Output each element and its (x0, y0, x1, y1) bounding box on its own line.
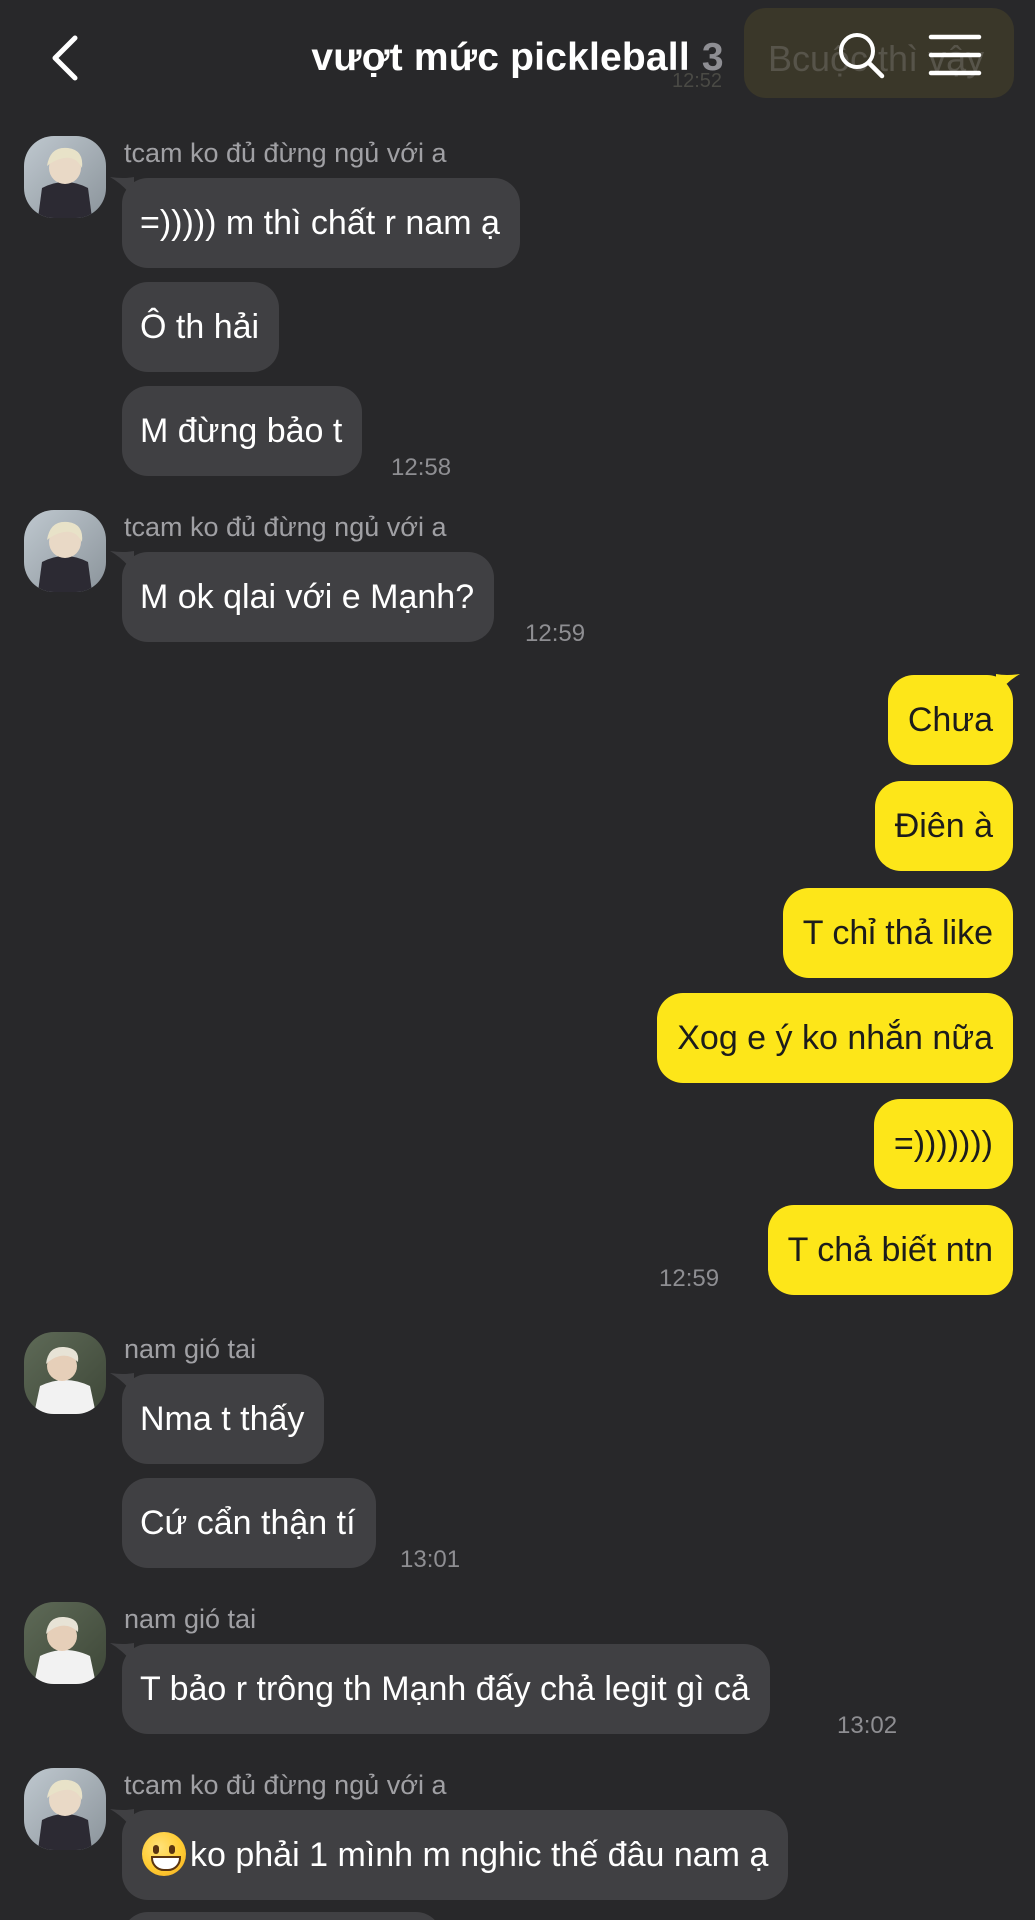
message-time: 13:01 (400, 1546, 461, 1573)
sender-name: tcam ko đủ đừng ngủ với a (124, 138, 447, 168)
chat-header: vượt mức pickleball 3 12:52 Bcuộc thì vậ… (0, 0, 1035, 116)
search-button[interactable] (836, 30, 886, 80)
message-bubble-partial[interactable] (122, 1912, 442, 1920)
avatar-tcam[interactable] (24, 136, 106, 218)
own-message-bubble[interactable]: =))))))) (873, 1099, 1013, 1189)
avatar-tcam[interactable] (24, 510, 106, 592)
own-message-bubble[interactable]: T chỉ thả like (782, 888, 1013, 978)
message-bubble[interactable]: M ok qlai với e Mạnh? (122, 552, 495, 642)
message-time: 12:58 (391, 454, 452, 481)
sender-name: tcam ko đủ đừng ngủ với a (124, 1770, 447, 1800)
avatar-nam[interactable] (24, 1602, 106, 1684)
avatar-tcam[interactable] (24, 1768, 106, 1850)
message-time: 12:59 (525, 620, 586, 647)
message-text: ko phải 1 mình m nghic thế đâu nam ạ (190, 1836, 769, 1874)
avatar-photo-icon (24, 1768, 106, 1850)
message-bubble[interactable]: Nma t thấy (122, 1374, 325, 1464)
own-message-bubble[interactable]: Xog e ý ko nhắn nữa (657, 993, 1013, 1083)
search-icon (839, 33, 885, 79)
message-time: 12:59 (659, 1265, 720, 1292)
message-bubble[interactable]: Cứ cẩn thận tí (122, 1478, 376, 1568)
message-bubble[interactable]: M đừng bảo t (122, 386, 363, 476)
grinning-face-emoji-icon (142, 1832, 186, 1877)
message-bubble[interactable]: ko phải 1 mình m nghic thế đâu nam ạ (122, 1810, 789, 1900)
avatar-photo-icon (24, 136, 106, 218)
hamburger-menu-icon (928, 34, 982, 76)
chat-title: vượt mức pickleball (311, 36, 690, 79)
sender-name: nam gió tai (124, 1334, 257, 1364)
own-message-bubble[interactable]: Điên à (874, 781, 1013, 871)
message-bubble[interactable]: =))))) m thì chất r nam ạ (122, 178, 520, 268)
avatar-photo-icon (24, 510, 106, 592)
faded-timestamp: 12:52 (672, 70, 723, 92)
sender-name: nam gió tai (124, 1604, 257, 1634)
avatar-photo-icon (24, 1332, 106, 1414)
avatar-nam[interactable] (24, 1332, 106, 1414)
message-bubble[interactable]: T bảo r trông th Mạnh đấy chả legit gì c… (122, 1644, 770, 1734)
menu-button[interactable] (928, 32, 982, 78)
sender-name: tcam ko đủ đừng ngủ với a (124, 512, 447, 542)
own-message-bubble[interactable]: Chưa (887, 675, 1013, 765)
avatar-photo-icon (24, 1602, 106, 1684)
own-message-bubble[interactable]: T chả biết ntn (767, 1205, 1013, 1295)
message-time: 13:02 (837, 1712, 898, 1739)
message-bubble[interactable]: Ô th hải (122, 282, 280, 372)
